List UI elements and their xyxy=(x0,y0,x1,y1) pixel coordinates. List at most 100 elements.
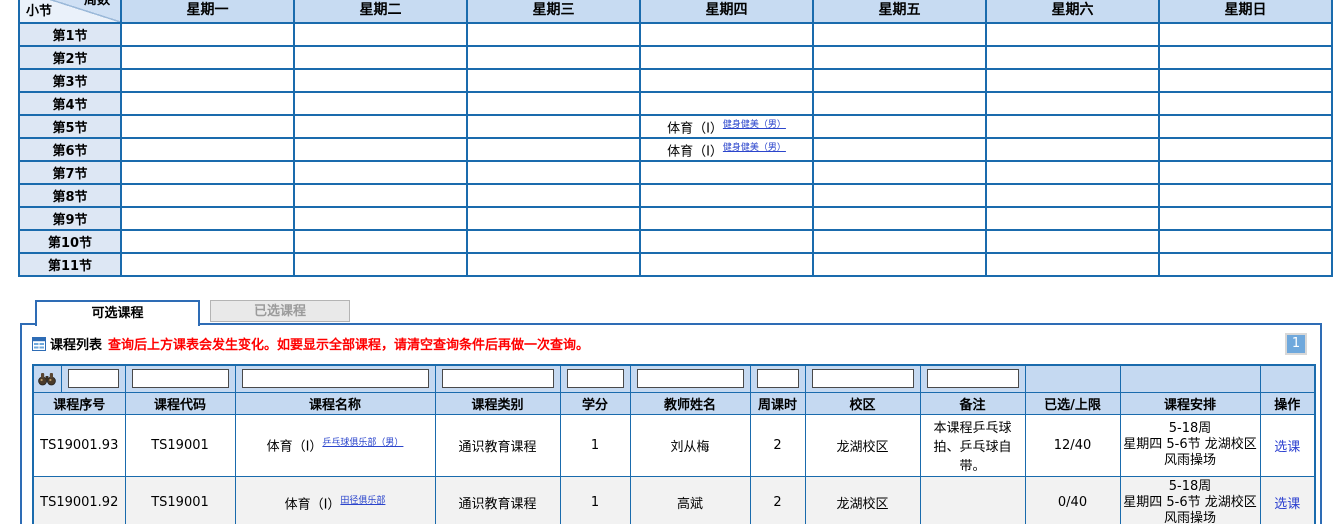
timetable-slot xyxy=(813,115,986,138)
filter-input-课程类别[interactable] xyxy=(442,369,554,388)
day-header-4: 星期四 xyxy=(640,0,813,23)
timetable-corner-cell: 周数小节 xyxy=(19,0,121,23)
filter-cell xyxy=(805,365,920,392)
timetable-slot xyxy=(121,69,294,92)
timetable-header-row: 周数小节星期一星期二星期三星期四星期五星期六星期日 xyxy=(19,0,1332,23)
filter-input-课程序号[interactable] xyxy=(68,369,119,388)
timetable-slot: 体育（Ⅰ）健身健美（男） xyxy=(640,115,813,138)
course-name-text: 体育（Ⅰ） xyxy=(285,498,341,513)
slot-course-name: 体育（Ⅰ） xyxy=(667,144,723,159)
course-table-body: 课程序号课程代码课程名称课程类别学分教师姓名周课时校区备注已选/上限课程安排操作… xyxy=(33,365,1315,524)
pagination-page-1[interactable]: 1 xyxy=(1285,333,1307,355)
filter-input-校区[interactable] xyxy=(812,369,914,388)
timetable-slot xyxy=(1159,230,1332,253)
filter-row xyxy=(33,365,1315,392)
timetable-slot xyxy=(1159,161,1332,184)
col-header-7: 周课时 xyxy=(750,392,805,414)
timetable-slot xyxy=(294,69,467,92)
campus-cell: 龙湖校区 xyxy=(805,476,920,524)
timetable-slot xyxy=(986,253,1159,276)
timetable-slot xyxy=(640,92,813,115)
timetable-row: 第10节 xyxy=(19,230,1332,253)
course-row: TS19001.93TS19001体育（Ⅰ）乒乓球俱乐部（男）通识教育课程1刘从… xyxy=(33,414,1315,476)
quota-cell: 12/40 xyxy=(1025,414,1120,476)
col-header-1: 课程序号 xyxy=(33,392,125,414)
timetable-slot xyxy=(467,115,640,138)
select-course-link[interactable]: 选课 xyxy=(1274,497,1300,512)
course-club-link[interactable]: 乒乓球俱乐部（男） xyxy=(322,438,403,448)
day-header-3: 星期三 xyxy=(467,0,640,23)
teacher-cell: 刘从梅 xyxy=(630,414,750,476)
timetable-slot xyxy=(1159,115,1332,138)
select-course-link[interactable]: 选课 xyxy=(1274,440,1300,455)
filter-cell xyxy=(125,365,235,392)
name-cell: 体育（Ⅰ）田径俱乐部 xyxy=(235,476,435,524)
day-header-7: 星期日 xyxy=(1159,0,1332,23)
course-list-header: 课程列表查询后上方课表会发生变化。如要显示全部课程，请清空查询条件后再做一次查询… xyxy=(22,325,1320,360)
timetable-slot xyxy=(1159,92,1332,115)
timetable-slot: 体育（Ⅰ）健身健美（男） xyxy=(640,138,813,161)
tab-selectable-courses[interactable]: 可选课程 xyxy=(35,300,200,326)
filter-cell xyxy=(750,365,805,392)
timetable-slot xyxy=(813,46,986,69)
day-header-2: 星期二 xyxy=(294,0,467,23)
period-label-11: 第11节 xyxy=(19,253,121,276)
binoculars-search-icon[interactable] xyxy=(38,372,56,386)
filter-input-周课时[interactable] xyxy=(757,369,799,388)
col-header-10: 已选/上限 xyxy=(1025,392,1120,414)
timetable-slot xyxy=(813,253,986,276)
timetable-slot xyxy=(294,115,467,138)
timetable-row: 第2节 xyxy=(19,46,1332,69)
action-cell: 选课 xyxy=(1260,476,1315,524)
timetable-slot xyxy=(294,253,467,276)
period-label-7: 第7节 xyxy=(19,161,121,184)
timetable-row: 第6节 体育（Ⅰ）健身健美（男） xyxy=(19,138,1332,161)
timetable-slot xyxy=(986,161,1159,184)
period-label-4: 第4节 xyxy=(19,92,121,115)
filter-input-课程代码[interactable] xyxy=(132,369,229,388)
timetable-slot xyxy=(294,46,467,69)
filter-cell xyxy=(630,365,750,392)
timetable-slot xyxy=(467,138,640,161)
course-tabs: 可选课程已选课程 xyxy=(35,300,350,326)
timetable-slot xyxy=(294,184,467,207)
timetable-slot xyxy=(813,184,986,207)
timetable-slot xyxy=(121,138,294,161)
timetable-slot xyxy=(467,207,640,230)
filter-input-备注[interactable] xyxy=(927,369,1019,388)
filter-input-学分[interactable] xyxy=(567,369,624,388)
timetable-slot xyxy=(813,161,986,184)
col-header-3: 课程名称 xyxy=(235,392,435,414)
col-header-12: 操作 xyxy=(1260,392,1315,414)
timetable-slot xyxy=(294,161,467,184)
slot-course-name: 体育（Ⅰ） xyxy=(667,121,723,136)
filter-cell xyxy=(1025,365,1120,392)
col-header-5: 学分 xyxy=(560,392,630,414)
slot-course-club-link[interactable]: 健身健美（男） xyxy=(723,120,786,130)
timetable-slot xyxy=(1159,253,1332,276)
timetable-row: 第1节 xyxy=(19,23,1332,46)
col-header-2: 课程代码 xyxy=(125,392,235,414)
filter-search-cell xyxy=(33,365,61,392)
timetable-slot xyxy=(467,161,640,184)
period-label-1: 第1节 xyxy=(19,23,121,46)
filter-input-课程名称[interactable] xyxy=(242,369,429,388)
slot-course-club-link[interactable]: 健身健美（男） xyxy=(723,143,786,153)
period-label-6: 第6节 xyxy=(19,138,121,161)
hours-cell: 2 xyxy=(750,476,805,524)
note-cell xyxy=(920,476,1025,524)
tab-selected-courses[interactable]: 已选课程 xyxy=(210,300,350,322)
course-club-link[interactable]: 田径俱乐部 xyxy=(340,496,385,506)
course-list-notice: 查询后上方课表会发生变化。如要显示全部课程，请清空查询条件后再做一次查询。 xyxy=(108,338,589,353)
period-label-9: 第9节 xyxy=(19,207,121,230)
period-label-2: 第2节 xyxy=(19,46,121,69)
filter-input-教师姓名[interactable] xyxy=(637,369,744,388)
filter-cell xyxy=(435,365,560,392)
period-label-5: 第5节 xyxy=(19,115,121,138)
timetable-slot xyxy=(640,46,813,69)
course-list-panel: 课程列表查询后上方课表会发生变化。如要显示全部课程，请清空查询条件后再做一次查询… xyxy=(20,323,1322,524)
timetable-slot xyxy=(986,23,1159,46)
timetable-slot xyxy=(294,207,467,230)
timetable-slot xyxy=(294,138,467,161)
timetable-slot xyxy=(986,69,1159,92)
